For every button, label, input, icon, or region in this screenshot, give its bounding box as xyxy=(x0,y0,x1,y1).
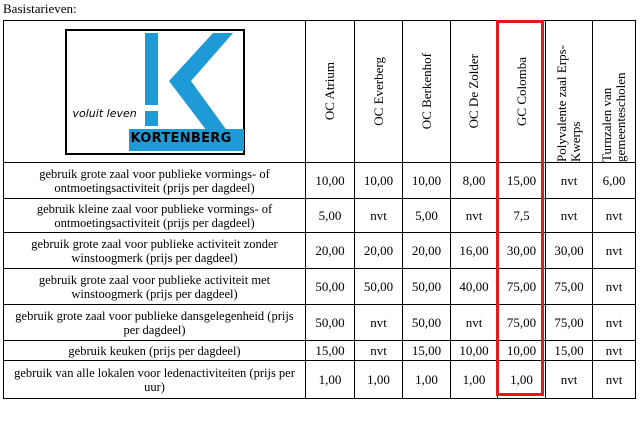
price-cell: 10,00 xyxy=(305,162,355,199)
price-cell: 15,00 xyxy=(305,340,355,361)
price-cell: 1,00 xyxy=(450,360,498,399)
column-header: OC Atrium xyxy=(305,20,355,163)
price-cell: 75,00 xyxy=(497,268,546,305)
table-row: gebruik kleine zaal voor publieke vormin… xyxy=(3,198,636,233)
header-row: voluit leven KORTENBERG OC Atrium OC Eve… xyxy=(3,20,636,163)
price-cell: 20,00 xyxy=(305,232,355,269)
row-label: gebruik grote zaal voor publieke activit… xyxy=(3,232,306,269)
price-cell: 15,00 xyxy=(402,340,451,361)
price-cell: 16,00 xyxy=(450,232,498,269)
price-cell: 75,00 xyxy=(545,268,593,305)
price-cell: nvt xyxy=(450,198,498,233)
price-cell: 1,00 xyxy=(402,360,451,399)
table-row: gebruik grote zaal voor publieke activit… xyxy=(3,268,636,305)
price-cell: 7,5 xyxy=(497,198,546,233)
section-heading: Basistarieven: xyxy=(3,1,77,16)
table-row: gebruik grote zaal voor publieke vorming… xyxy=(3,162,636,199)
price-cell: nvt xyxy=(545,162,593,199)
logo-name: KORTENBERG xyxy=(130,130,232,146)
price-cell: 75,00 xyxy=(497,304,546,341)
price-cell: nvt xyxy=(450,304,498,341)
price-cell: nvt xyxy=(592,304,636,341)
price-cell: 10,00 xyxy=(402,162,451,199)
price-cell: nvt xyxy=(592,232,636,269)
row-label: gebruik grote zaal voor publieke dansgel… xyxy=(3,304,306,341)
price-cell: 50,00 xyxy=(354,268,403,305)
column-header: Polyvalente zaal Erps-Kwerps xyxy=(545,20,593,163)
price-cell: nvt xyxy=(545,198,593,233)
price-cell: 50,00 xyxy=(305,268,355,305)
price-cell: nvt xyxy=(592,360,636,399)
column-header: OC Berkenhof xyxy=(402,20,451,163)
price-cell: 1,00 xyxy=(354,360,403,399)
column-header: Turnzalen van gemeentescholen xyxy=(592,20,636,163)
kortenberg-logo: voluit leven KORTENBERG xyxy=(64,28,245,155)
row-label: gebruik grote zaal voor publieke vorming… xyxy=(3,162,306,199)
price-cell: 20,00 xyxy=(402,232,451,269)
price-cell: 5,00 xyxy=(305,198,355,233)
price-cell: 1,00 xyxy=(305,360,355,399)
row-label: gebruik kleine zaal voor publieke vormin… xyxy=(3,198,306,233)
price-cell: 15,00 xyxy=(497,162,546,199)
table-row: gebruik grote zaal voor publieke activit… xyxy=(3,232,636,269)
column-header: OC Everberg xyxy=(354,20,403,163)
row-label: gebruik keuken (prijs per dagdeel) xyxy=(3,340,306,361)
price-cell: 30,00 xyxy=(497,232,546,269)
tariff-table: voluit leven KORTENBERG OC Atrium OC Eve… xyxy=(3,20,636,399)
price-cell: 50,00 xyxy=(402,268,451,305)
price-cell: 50,00 xyxy=(305,304,355,341)
price-cell: 6,00 xyxy=(592,162,636,199)
price-cell: 10,00 xyxy=(497,340,546,361)
price-cell: 5,00 xyxy=(402,198,451,233)
price-cell: nvt xyxy=(354,340,403,361)
table-row: gebruik keuken (prijs per dagdeel) 15,00 n… xyxy=(3,340,636,361)
price-cell: 75,00 xyxy=(545,304,593,341)
price-cell: nvt xyxy=(592,268,636,305)
price-cell: 15,00 xyxy=(545,340,593,361)
price-cell: nvt xyxy=(354,198,403,233)
table-row: gebruik van alle lokalen voor ledenactiv… xyxy=(3,360,636,399)
price-cell: 8,00 xyxy=(450,162,498,199)
price-cell: nvt xyxy=(592,198,636,233)
logo-tagline: voluit leven xyxy=(72,106,137,120)
row-label: gebruik grote zaal voor publieke activit… xyxy=(3,268,306,305)
price-cell: nvt xyxy=(354,304,403,341)
column-header: OC De Zolder xyxy=(450,20,498,163)
logo-cell: voluit leven KORTENBERG xyxy=(3,20,306,163)
price-cell: 50,00 xyxy=(402,304,451,341)
price-cell: 10,00 xyxy=(354,162,403,199)
price-cell: 30,00 xyxy=(545,232,593,269)
row-label: gebruik van alle lokalen voor ledenactiv… xyxy=(3,360,306,399)
price-cell: 10,00 xyxy=(450,340,498,361)
price-cell: 1,00 xyxy=(497,360,546,399)
table-row: gebruik grote zaal voor publieke dansgel… xyxy=(3,304,636,341)
price-cell: 20,00 xyxy=(354,232,403,269)
price-cell: nvt xyxy=(545,360,593,399)
price-cell: nvt xyxy=(592,340,636,361)
price-cell: 40,00 xyxy=(450,268,498,305)
column-header: GC Colomba xyxy=(497,20,546,163)
